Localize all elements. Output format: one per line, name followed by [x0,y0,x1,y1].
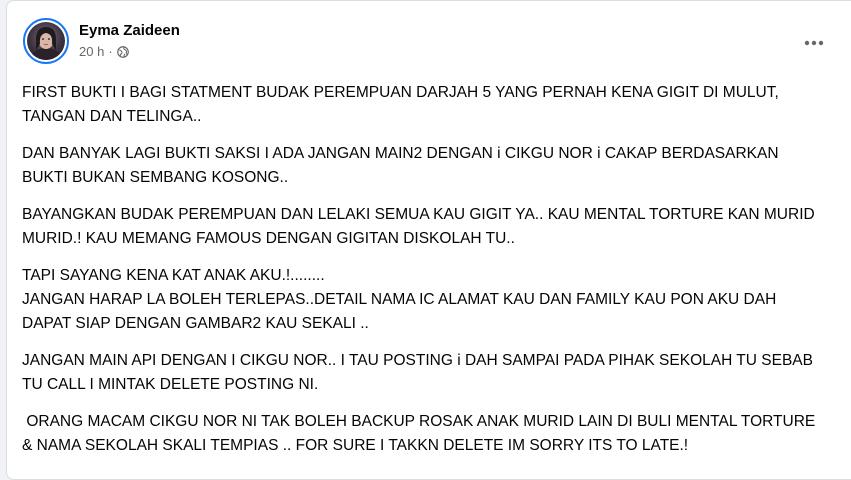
post-meta: Eyma Zaideen 20 h · [79,21,180,61]
separator-dot: · [108,44,113,59]
avatar[interactable] [23,18,69,64]
more-options-button[interactable] [796,25,832,61]
author-name[interactable]: Eyma Zaideen [79,21,180,41]
post-paragraph: FIRST BUKTI I BAGI STATMENT BUDAK PEREMP… [22,84,779,125]
globe-icon[interactable] [116,46,129,58]
post-card: Eyma Zaideen 20 h · FIRST BUKTI I BAGI S… [6,0,851,480]
more-horizontal-icon [804,40,824,46]
post-paragraph: TAPI SAYANG KENA KAT ANAK AKU.!........ … [22,267,777,332]
avatar-photo [27,22,65,60]
post-time-row: 20 h · [79,43,180,61]
post-body: FIRST BUKTI I BAGI STATMENT BUDAK PEREMP… [22,81,822,471]
post-paragraph: JANGAN MAIN API DENGAN I CIKGU NOR.. I T… [22,352,813,393]
post-paragraph: BAYANGKAN BUDAK PEREMPUAN DAN LELAKI SEM… [22,206,815,247]
post-paragraph: DAN BANYAK LAGI BUKTI SAKSI I ADA JANGAN… [22,145,779,186]
post-header: Eyma Zaideen 20 h · [23,15,180,67]
post-paragraph: ORANG MACAM CIKGU NOR NI TAK BOLEH BACKU… [22,413,820,454]
post-timestamp[interactable]: 20 h [79,43,104,61]
